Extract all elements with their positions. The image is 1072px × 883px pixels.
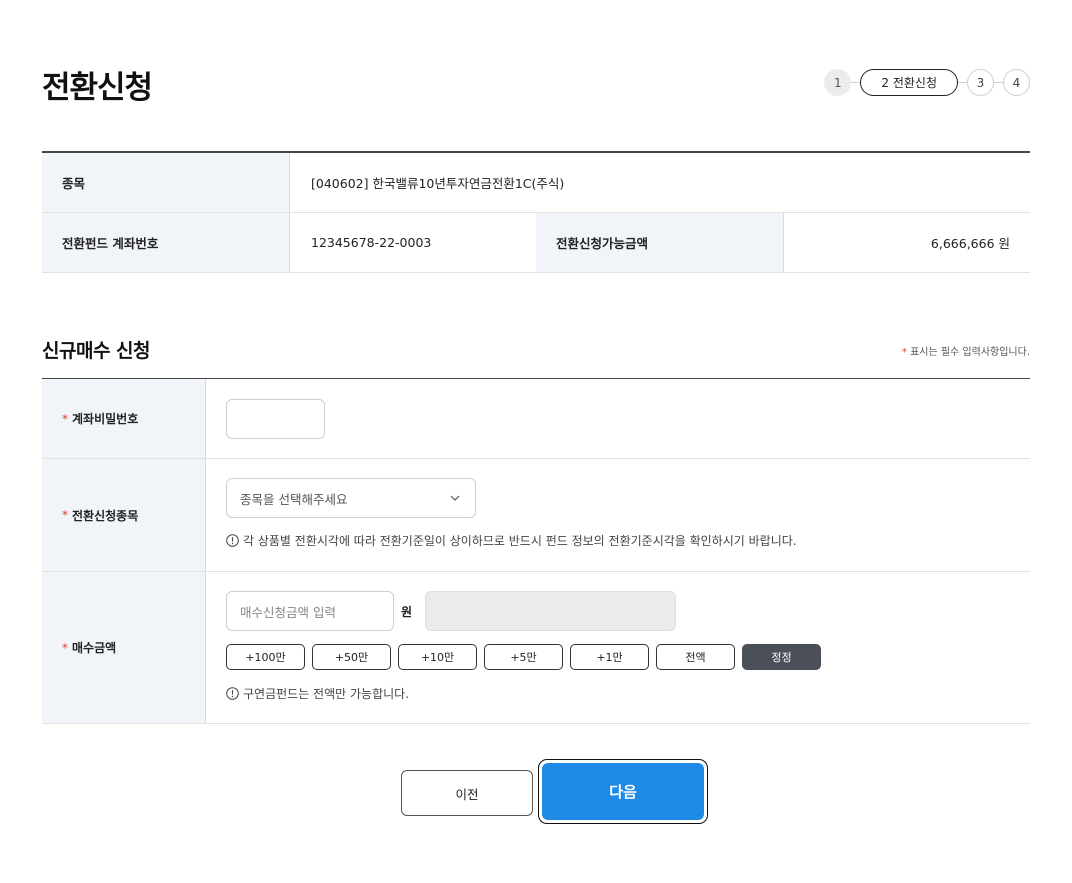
amount-cell: 매수신청금액 입력 원 +100만 +50만 +10만 +5만 +1만 전액 정… — [206, 572, 1030, 723]
step-connector — [994, 82, 1003, 83]
fund-select-placeholder: 종목을 선택해주세요 — [240, 491, 348, 507]
amount-label: * 매수금액 — [42, 572, 206, 723]
add-50man-button[interactable]: +50만 — [312, 644, 391, 670]
password-row: * 계좌비밀번호 — [42, 379, 1030, 459]
fund-select-row: * 전환신청종목 종목을 선택해주세요 각 상품별 전환시각에 따라 전환기준일… — [42, 459, 1030, 572]
password-input[interactable] — [226, 398, 325, 439]
info-row-item: 종목 [040602] 한국밸류10년투자연금전환1C(주식) — [42, 153, 1030, 213]
available-amount-value: 6,666,666 원 — [783, 213, 1030, 272]
amount-label-text: 매수금액 — [72, 641, 117, 655]
item-value: [040602] 한국밸류10년투자연금전환1C(주식) — [289, 153, 1030, 212]
add-100man-button[interactable]: +100만 — [226, 644, 305, 670]
section-title: 신규매수 신청 — [42, 340, 151, 362]
page-title: 전환신청 — [42, 70, 153, 106]
step-2-current: 2 전환신청 — [860, 69, 958, 96]
step-connector — [851, 82, 861, 83]
amount-input-line: 매수신청금액 입력 원 — [226, 591, 1030, 631]
prev-button[interactable]: 이전 — [401, 770, 533, 816]
required-note: * 표시는 필수 입력사항입니다. — [902, 343, 1030, 358]
amount-quick-buttons: +100만 +50만 +10만 +5만 +1만 전액 정정 — [226, 644, 1030, 670]
amount-unit: 원 — [401, 604, 413, 619]
password-cell — [206, 379, 1030, 458]
required-star: * — [901, 347, 907, 358]
amount-input-placeholder: 매수신청금액 입력 — [240, 604, 336, 620]
required-star: * — [62, 508, 68, 522]
step-indicator: 1 2 전환신청 3 4 — [824, 69, 1030, 96]
fund-info-table: 종목 [040602] 한국밸류10년투자연금전환1C(주식) 전환펀드 계좌번… — [42, 151, 1030, 273]
item-label: 종목 — [42, 153, 289, 212]
amount-notice: 구연금펀드는 전액만 가능합니다. — [226, 685, 1030, 702]
fund-select-label: * 전환신청종목 — [42, 459, 206, 571]
account-value: 12345678-22-0003 — [289, 213, 536, 272]
chevron-down-icon — [450, 495, 460, 501]
required-star: * — [62, 640, 68, 655]
info-icon — [226, 534, 239, 547]
fund-select-label-text: 전환신청종목 — [72, 508, 139, 523]
required-note-text: 표시는 필수 입력사항입니다. — [910, 347, 1030, 358]
step-3: 3 — [967, 69, 994, 96]
next-button[interactable]: 다음 — [542, 763, 704, 820]
amount-row: * 매수금액 매수신청금액 입력 원 +100만 +50만 +10만 +5만 +… — [42, 572, 1030, 724]
next-button-focus-ring: 다음 — [538, 759, 708, 824]
password-label: * 계좌비밀번호 — [42, 379, 206, 458]
fund-select-cell: 종목을 선택해주세요 각 상품별 전환시각에 따라 전환기준일이 상이하므로 반… — [206, 459, 1030, 571]
info-row-account: 전환펀드 계좌번호 12345678-22-0003 전환신청가능금액 6,66… — [42, 213, 1030, 273]
add-1man-button[interactable]: +1만 — [570, 644, 649, 670]
fund-notice: 각 상품별 전환시각에 따라 전환기준일이 상이하므로 반드시 펀드 정보의 전… — [226, 532, 1030, 549]
password-label-text: 계좌비밀번호 — [72, 412, 139, 426]
add-5man-button[interactable]: +5만 — [484, 644, 563, 670]
correct-button[interactable]: 정정 — [742, 644, 821, 670]
step-4: 4 — [1003, 69, 1030, 96]
step-connector — [958, 82, 967, 83]
full-amount-button[interactable]: 전액 — [656, 644, 735, 670]
purchase-form: * 계좌비밀번호 * 전환신청종목 종목을 선택해주세요 각 상품별 전환시각에… — [42, 378, 1030, 724]
info-icon — [226, 687, 239, 700]
amount-notice-text: 구연금펀드는 전액만 가능합니다. — [243, 687, 410, 701]
amount-display-field — [425, 591, 677, 631]
amount-input[interactable]: 매수신청금액 입력 — [226, 591, 394, 631]
fund-notice-text: 각 상품별 전환시각에 따라 전환기준일이 상이하므로 반드시 펀드 정보의 전… — [243, 534, 797, 548]
required-star: * — [62, 411, 68, 426]
step-1: 1 — [824, 69, 852, 96]
add-10man-button[interactable]: +10만 — [398, 644, 477, 670]
account-label: 전환펀드 계좌번호 — [42, 213, 289, 272]
available-amount-label: 전환신청가능금액 — [536, 213, 783, 272]
fund-select-dropdown[interactable]: 종목을 선택해주세요 — [226, 478, 476, 518]
